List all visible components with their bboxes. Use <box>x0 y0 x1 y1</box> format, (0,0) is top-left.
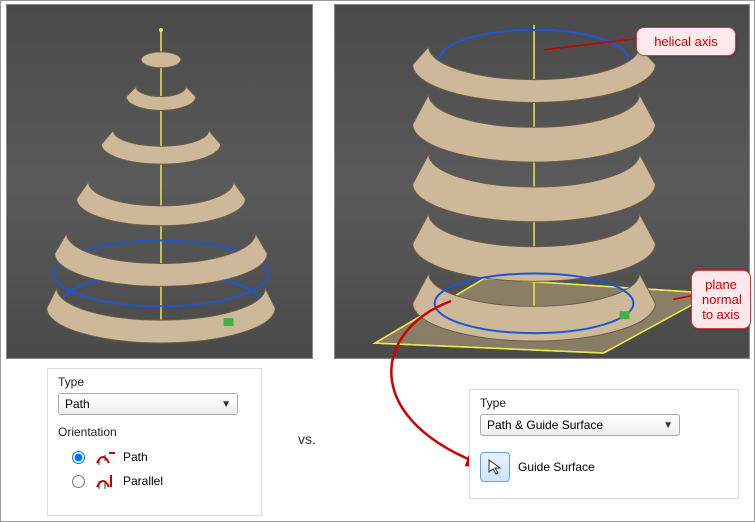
dropdown-value: Path <box>65 397 90 411</box>
type-label: Type <box>480 396 728 410</box>
radio-parallel-label: Parallel <box>123 474 163 488</box>
callout-plane-normal: plane normal to axis <box>691 270 751 329</box>
guide-surface-button[interactable] <box>480 452 510 482</box>
chevron-down-icon: ▼ <box>221 399 231 410</box>
type-dropdown-right[interactable]: Path & Guide Surface ▼ <box>480 414 680 436</box>
sweep-path-icon <box>95 449 115 465</box>
callout-text: helical axis <box>654 34 718 49</box>
spiral-sweep-right <box>335 5 749 358</box>
callout-helical-axis: helical axis <box>636 27 736 56</box>
viewport-right <box>334 4 750 359</box>
guide-surface-label: Guide Surface <box>518 460 595 474</box>
callout-text: plane normal to axis <box>702 277 742 322</box>
viewport-left <box>6 4 313 359</box>
sweep-parallel-icon <box>95 473 115 489</box>
cursor-icon <box>486 458 504 476</box>
panel-left-type: Type Path ▼ Orientation Path Parallel <box>47 368 262 516</box>
type-label: Type <box>58 375 251 389</box>
orientation-label: Orientation <box>58 425 251 439</box>
radio-path-label: Path <box>123 450 148 464</box>
dropdown-value: Path & Guide Surface <box>487 418 603 432</box>
vs-label: vs. <box>298 431 316 447</box>
spiral-sweep-left <box>7 5 312 358</box>
radio-parallel[interactable] <box>72 475 85 488</box>
panel-right-type: Type Path & Guide Surface ▼ Guide Surfac… <box>469 389 739 499</box>
chevron-down-icon: ▼ <box>663 420 673 431</box>
radio-path[interactable] <box>72 451 85 464</box>
type-dropdown-left[interactable]: Path ▼ <box>58 393 238 415</box>
